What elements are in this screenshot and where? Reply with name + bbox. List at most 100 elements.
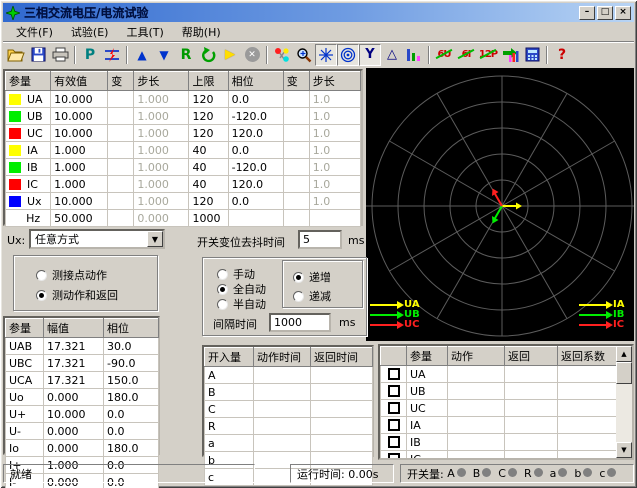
var-cell[interactable] bbox=[108, 125, 134, 142]
undo-button[interactable] bbox=[197, 44, 219, 66]
row-checkbox[interactable] bbox=[388, 402, 400, 414]
open-button[interactable] bbox=[5, 44, 27, 66]
scroll-thumb[interactable] bbox=[616, 362, 632, 384]
var-cell[interactable] bbox=[108, 108, 134, 125]
scrollbar[interactable]: ▲ ▼ bbox=[616, 346, 632, 458]
chevron-down-icon[interactable]: ▼ bbox=[147, 231, 163, 247]
menu-tools[interactable]: 工具(T) bbox=[117, 22, 172, 42]
step-cell[interactable]: 1.0 bbox=[309, 159, 360, 176]
var-cell[interactable] bbox=[108, 91, 134, 108]
limit-cell[interactable]: 40 bbox=[189, 176, 228, 193]
menu-help[interactable]: 帮助(H) bbox=[173, 22, 230, 42]
phase-cell[interactable] bbox=[228, 210, 283, 227]
radio-manual[interactable]: 手动 bbox=[217, 266, 255, 282]
value-cell[interactable]: 1.000 bbox=[51, 159, 108, 176]
minimize-button[interactable]: – bbox=[579, 6, 595, 20]
radio-action-return[interactable]: 测动作和返回 bbox=[36, 287, 118, 303]
phase-cell[interactable]: 0.0 bbox=[228, 91, 283, 108]
value-cell[interactable]: 1.000 bbox=[51, 176, 108, 193]
scroll-up-icon[interactable]: ▲ bbox=[616, 346, 632, 362]
var-cell[interactable] bbox=[283, 193, 309, 210]
value-cell[interactable]: 10.000 bbox=[51, 108, 108, 125]
output-button[interactable] bbox=[499, 44, 521, 66]
radio-increase[interactable]: 递增 bbox=[293, 269, 331, 285]
var-cell[interactable] bbox=[283, 108, 309, 125]
short-circuit-button[interactable] bbox=[101, 44, 123, 66]
row-checkbox[interactable] bbox=[388, 453, 400, 460]
var-cell[interactable] bbox=[283, 125, 309, 142]
help-button[interactable]: ? bbox=[551, 44, 573, 66]
harmonic-button[interactable] bbox=[403, 44, 425, 66]
step-cell[interactable]: 1.0 bbox=[309, 108, 360, 125]
interval-input[interactable]: 1000 bbox=[269, 313, 331, 332]
decrease-button[interactable]: ▼ bbox=[153, 44, 175, 66]
var-cell[interactable] bbox=[283, 159, 309, 176]
phase-cell[interactable]: 0.0 bbox=[228, 193, 283, 210]
step-cell[interactable] bbox=[309, 210, 360, 227]
row-checkbox[interactable] bbox=[388, 419, 400, 431]
limit-cell[interactable]: 40 bbox=[189, 159, 228, 176]
star-display-button[interactable] bbox=[315, 44, 337, 66]
value-cell[interactable]: 1.000 bbox=[51, 142, 108, 159]
step-cell[interactable]: 0.000 bbox=[134, 210, 189, 227]
value-cell[interactable]: 10.000 bbox=[51, 193, 108, 210]
phase-cell[interactable]: 0.0 bbox=[228, 142, 283, 159]
radio-contact-action[interactable]: 测接点动作 bbox=[36, 267, 107, 283]
step-cell[interactable]: 1.000 bbox=[134, 91, 189, 108]
value-cell[interactable]: 10.000 bbox=[51, 91, 108, 108]
circle-display-button[interactable] bbox=[337, 44, 359, 66]
phase-cell[interactable]: 120.0 bbox=[228, 125, 283, 142]
limit-cell[interactable]: 120 bbox=[189, 193, 228, 210]
row-checkbox[interactable] bbox=[388, 436, 400, 448]
var-cell[interactable] bbox=[108, 176, 134, 193]
var-cell[interactable] bbox=[108, 142, 134, 159]
close-button[interactable]: × bbox=[615, 6, 631, 20]
step-cell[interactable]: 1.0 bbox=[309, 142, 360, 159]
phase-cell[interactable]: -120.0 bbox=[228, 159, 283, 176]
print-button[interactable] bbox=[49, 44, 71, 66]
twelve-p-button[interactable]: 12P bbox=[477, 44, 499, 66]
var-cell[interactable] bbox=[283, 142, 309, 159]
stop-button[interactable]: ✕ bbox=[241, 44, 263, 66]
delta-connection-button[interactable]: △ bbox=[381, 44, 403, 66]
var-cell[interactable] bbox=[108, 193, 134, 210]
param-setting-button[interactable]: P bbox=[79, 44, 101, 66]
value-cell[interactable]: 50.000 bbox=[51, 210, 108, 227]
step-cell[interactable]: 1.0 bbox=[309, 176, 360, 193]
step-cell[interactable]: 1.0 bbox=[309, 193, 360, 210]
scroll-down-icon[interactable]: ▼ bbox=[616, 442, 632, 458]
limit-cell[interactable]: 120 bbox=[189, 125, 228, 142]
vector-view-button[interactable] bbox=[271, 44, 293, 66]
menu-test[interactable]: 试验(E) bbox=[62, 22, 118, 42]
y-connection-button[interactable]: Y bbox=[359, 44, 381, 66]
phase-cell[interactable]: -120.0 bbox=[228, 108, 283, 125]
zoom-button[interactable] bbox=[293, 44, 315, 66]
step-cell[interactable]: 1.0 bbox=[309, 91, 360, 108]
step-cell[interactable]: 1.000 bbox=[134, 142, 189, 159]
radio-full-auto[interactable]: 全自动 bbox=[217, 281, 266, 297]
menu-file[interactable]: 文件(F) bbox=[7, 22, 62, 42]
var-cell[interactable] bbox=[108, 159, 134, 176]
value-cell[interactable]: 10.000 bbox=[51, 125, 108, 142]
limit-cell[interactable]: 1000 bbox=[189, 210, 228, 227]
six-u-button[interactable]: 6U bbox=[433, 44, 455, 66]
var-cell[interactable] bbox=[108, 210, 134, 227]
maximize-button[interactable]: □ bbox=[597, 6, 613, 20]
six-i-button[interactable]: 6I bbox=[455, 44, 477, 66]
row-checkbox[interactable] bbox=[388, 385, 400, 397]
debounce-input[interactable]: 5 bbox=[298, 230, 342, 249]
phase-cell[interactable]: 120.0 bbox=[228, 176, 283, 193]
var-cell[interactable] bbox=[283, 91, 309, 108]
step-cell[interactable]: 1.000 bbox=[134, 125, 189, 142]
step-cell[interactable]: 1.0 bbox=[309, 125, 360, 142]
save-button[interactable] bbox=[27, 44, 49, 66]
step-cell[interactable]: 1.000 bbox=[134, 108, 189, 125]
calculator-button[interactable] bbox=[521, 44, 543, 66]
row-checkbox[interactable] bbox=[388, 368, 400, 380]
step-cell[interactable]: 1.000 bbox=[134, 159, 189, 176]
ux-mode-select[interactable]: 任意方式 ▼ bbox=[29, 229, 165, 249]
step-cell[interactable]: 1.000 bbox=[134, 176, 189, 193]
limit-cell[interactable]: 40 bbox=[189, 142, 228, 159]
start-button[interactable]: ▶ bbox=[219, 44, 241, 66]
var-cell[interactable] bbox=[283, 176, 309, 193]
